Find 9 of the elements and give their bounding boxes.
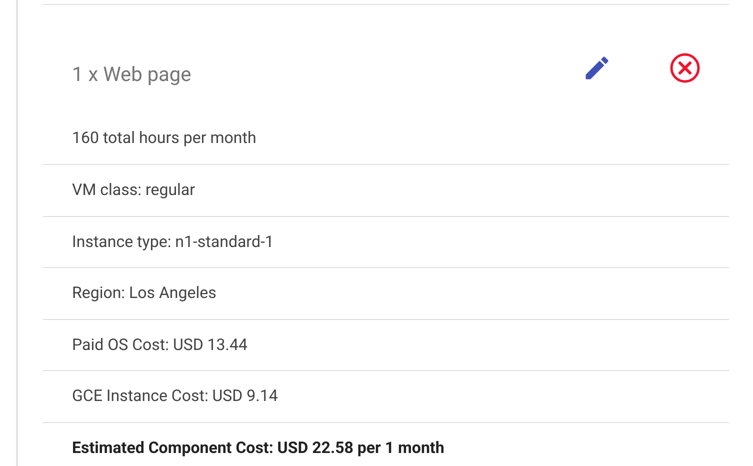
detail-text: Paid OS Cost: USD 13.44: [72, 334, 248, 356]
detail-text: Region: Los Angeles: [72, 282, 216, 304]
detail-text: VM class: regular: [72, 179, 196, 202]
detail-text: 160 total hours per month: [72, 127, 256, 149]
detail-text: GCE Instance Cost: USD 9.14: [72, 385, 278, 408]
item-title: 1 x Web page: [72, 60, 192, 88]
close-icon: [669, 52, 701, 84]
detail-text: Instance type: n1-standard-1: [72, 230, 274, 253]
total-cost-text: Estimated Component Cost: USD 22.58 per 1 month: [72, 436, 444, 459]
